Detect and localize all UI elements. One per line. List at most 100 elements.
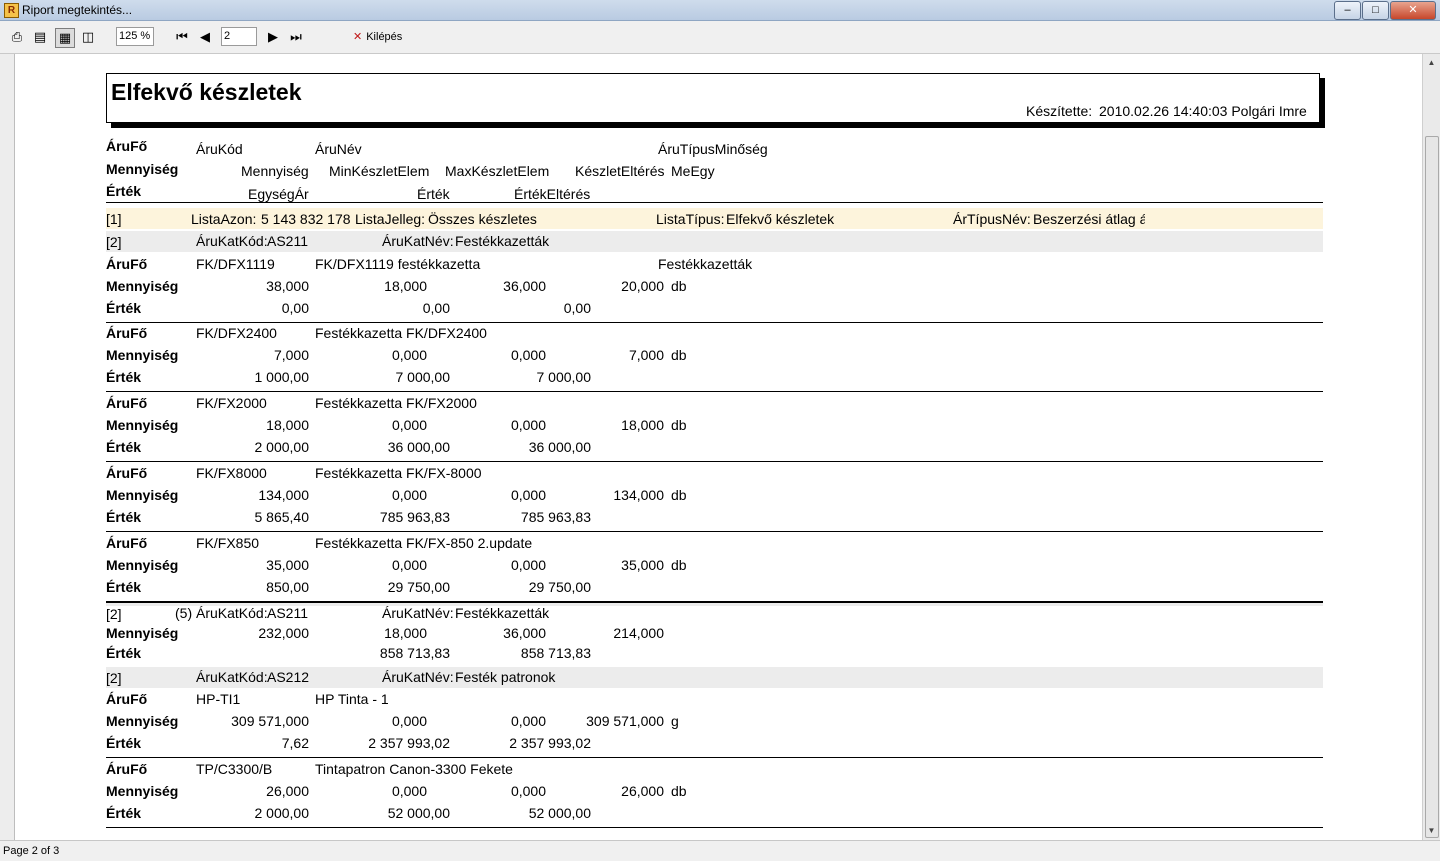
header-ertek-elteres: ÉrtékEltérés xyxy=(514,186,591,202)
item-elteres: 26,000 xyxy=(621,783,664,799)
lista-jelleg-label: ListaJelleg: xyxy=(355,211,426,227)
item-elteres: 134,000 xyxy=(613,487,664,503)
header-max: MaxKészletElem xyxy=(445,163,550,179)
item-mennyiseg: 7,000 xyxy=(273,347,309,363)
item-nev: Festékkazetta FK/FX2000 xyxy=(315,395,477,411)
row-label-arufo: ÁruFő xyxy=(106,691,148,707)
item-ertek-elteres: 52 000,00 xyxy=(528,805,591,821)
item-egysegar: 1 000,00 xyxy=(254,369,310,385)
item-ertek-elteres: 36 000,00 xyxy=(528,439,591,455)
item-ertek: 29 750,00 xyxy=(387,579,450,595)
item-egysegar: 2 000,00 xyxy=(254,805,310,821)
item-max: 0,000 xyxy=(510,487,546,503)
item-min: 0,000 xyxy=(391,557,427,573)
item-divider xyxy=(106,757,1323,758)
item-egysegar: 5 865,40 xyxy=(254,509,310,525)
item-max: 0,000 xyxy=(510,713,546,729)
ar-tipus-value: Beszerzési átlag á xyxy=(1033,211,1145,227)
item-ertek-elteres: 2 357 993,02 xyxy=(509,735,591,751)
header-ertek-label: Érték xyxy=(106,183,142,199)
summary-nev-label: ÁruKatNév: xyxy=(382,605,454,621)
row-label-ertek: Érték xyxy=(106,439,142,455)
group-nev: Festékkazetták xyxy=(455,233,550,249)
item-max: 0,000 xyxy=(510,783,546,799)
item-elteres: 18,000 xyxy=(621,417,664,433)
vertical-scrollbar[interactable]: ▲ ▼ xyxy=(1422,54,1440,840)
created-label: Készítette: xyxy=(1026,103,1093,119)
item-max: 0,000 xyxy=(510,417,546,433)
item-divider xyxy=(106,322,1323,323)
summary-kod: AS211 xyxy=(267,605,308,621)
status-bar: Page 2 of 3 xyxy=(0,840,1440,861)
summary-elt: 214,000 xyxy=(613,625,664,641)
row-label-mennyiseg: Mennyiség xyxy=(106,278,179,294)
item-divider xyxy=(106,391,1323,392)
row-label-mennyiseg: Mennyiség xyxy=(106,713,179,729)
item-tipus: Festékkazetták xyxy=(658,256,753,272)
created-value: 2010.02.26 14:40:03 Polgári Imre xyxy=(1099,103,1307,119)
group-kod: AS211 xyxy=(267,233,308,249)
list-index: [1] xyxy=(106,211,122,227)
scroll-thumb[interactable] xyxy=(1425,136,1439,838)
ar-tipus-label: ÁrTípusNév: xyxy=(953,211,1031,227)
row-label-ertek: Érték xyxy=(106,735,142,751)
summary-max: 36,000 xyxy=(503,625,546,641)
lista-tipus-label: ListaTípus: xyxy=(656,211,725,227)
item-max: 0,000 xyxy=(510,347,546,363)
row-label-ertek: Érték xyxy=(106,509,142,525)
item-max: 0,000 xyxy=(510,557,546,573)
row-label-arufo: ÁruFő xyxy=(106,256,148,272)
summary-menny-label: Mennyiség xyxy=(106,625,179,641)
header-arunev: ÁruNév xyxy=(315,141,362,157)
item-meegy: g xyxy=(671,713,679,729)
item-meegy: db xyxy=(671,487,687,503)
item-nev: Festékkazetta FK/DFX2400 xyxy=(315,325,487,341)
row-label-arufo: ÁruFő xyxy=(106,395,148,411)
item-elteres: 20,000 xyxy=(621,278,664,294)
header-divider xyxy=(106,202,1323,203)
scroll-up-icon[interactable]: ▲ xyxy=(1425,56,1438,70)
row-label-arufo: ÁruFő xyxy=(106,535,148,551)
item-egysegar: 850,00 xyxy=(266,579,309,595)
item-min: 0,000 xyxy=(391,417,427,433)
item-nev: HP Tinta - 1 xyxy=(315,691,389,707)
scroll-down-icon[interactable]: ▼ xyxy=(1425,824,1438,838)
row-label-mennyiseg: Mennyiség xyxy=(106,783,179,799)
item-ertek: 36 000,00 xyxy=(387,439,450,455)
item-ertek: 785 963,83 xyxy=(379,509,450,525)
item-kod: FK/FX2000 xyxy=(196,395,267,411)
item-ertek: 2 357 993,02 xyxy=(368,735,450,751)
item-ertek: 0,00 xyxy=(422,300,450,316)
summary-ertek-label: Érték xyxy=(106,645,142,661)
item-kod: FK/FX850 xyxy=(196,535,260,551)
row-label-ertek: Érték xyxy=(106,369,142,385)
row-label-mennyiseg: Mennyiség xyxy=(106,557,179,573)
group-kod-label: ÁruKatKód: xyxy=(196,233,268,249)
item-min: 0,000 xyxy=(391,347,427,363)
item-egysegar: 2 000,00 xyxy=(254,439,310,455)
group-nev-label: ÁruKatNév: xyxy=(382,233,454,249)
item-nev: FK/DFX1119 festékkazetta xyxy=(315,256,481,272)
item-mennyiseg: 38,000 xyxy=(266,278,309,294)
group-nev-label-2: ÁruKatNév: xyxy=(382,669,454,685)
header-arufo: ÁruFő xyxy=(106,138,148,154)
row-label-mennyiseg: Mennyiség xyxy=(106,417,179,433)
header-elteres: KészletEltérés xyxy=(575,163,665,179)
item-mennyiseg: 18,000 xyxy=(266,417,309,433)
group-kod-2: AS212 xyxy=(267,669,310,685)
row-label-arufo: ÁruFő xyxy=(106,761,148,777)
item-min: 0,000 xyxy=(391,713,427,729)
header-mennyiseg: Mennyiség xyxy=(241,163,309,179)
item-kod: FK/FX8000 xyxy=(196,465,267,481)
group-kod-label-2: ÁruKatKód: xyxy=(196,669,268,685)
report-title: Elfekvő készletek xyxy=(111,79,302,105)
lista-jelleg-value: Összes készletes xyxy=(428,211,537,227)
item-kod: TP/C3300/B xyxy=(196,761,273,777)
lista-azon-label: ListaAzon: xyxy=(191,211,257,227)
header-mennyiseg-label: Mennyiség xyxy=(106,161,179,177)
item-divider xyxy=(106,461,1323,462)
item-egysegar: 0,00 xyxy=(281,300,309,316)
item-ertek-elteres: 0,00 xyxy=(563,300,591,316)
item-mennyiseg: 26,000 xyxy=(266,783,309,799)
lista-tipus-value: Elfekvő készletek xyxy=(726,211,835,227)
